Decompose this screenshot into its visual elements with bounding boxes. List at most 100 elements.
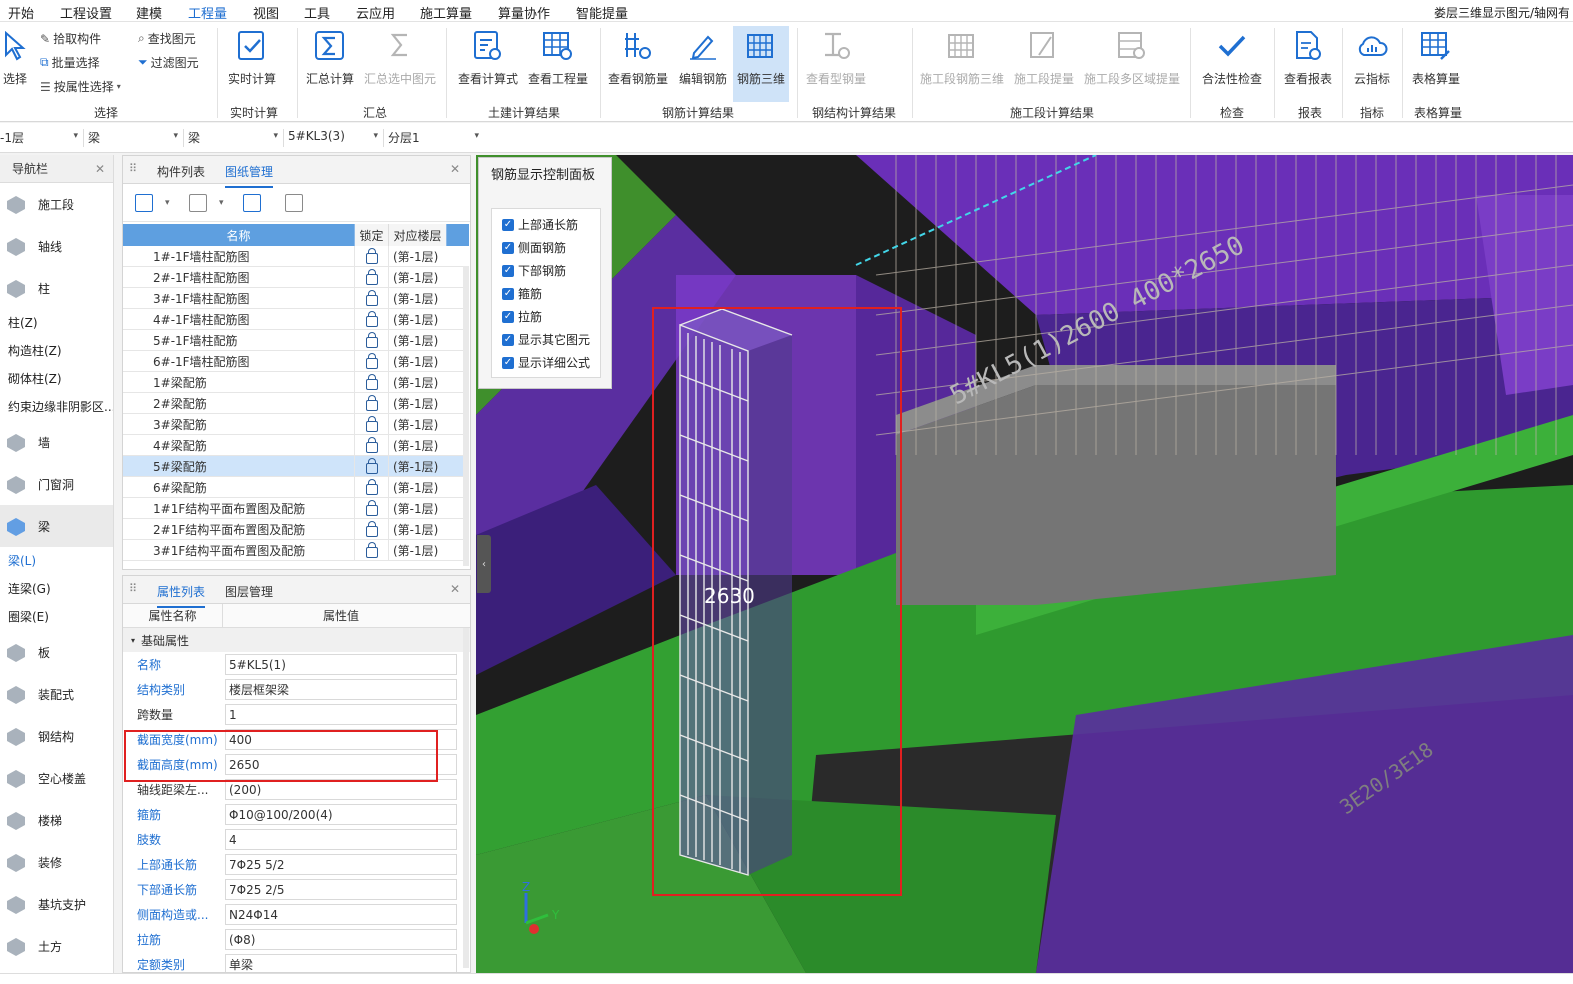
table-row[interactable]: 6#-1F墙柱配筋图 (第-1层) [123,351,469,372]
construction-rebar-3d-button[interactable]: 施工段钢筋三维 [918,26,1006,102]
chevron-down-icon[interactable]: ▾ [165,198,170,208]
summary-calc-button[interactable]: 汇总计算 [304,26,356,102]
menu-modeling[interactable]: 建模 [136,3,162,22]
lock-icon[interactable] [365,310,378,327]
property-value-field[interactable]: 楼层框架梁 [225,679,457,700]
rebar-display-checkbox[interactable]: ✓ 箍筋 [492,282,600,305]
rebar-display-checkbox[interactable]: ✓ 上部通长筋 [492,213,600,236]
tab-component-list[interactable]: 构件列表 [157,163,205,180]
property-value-field[interactable]: Φ10@100/200(4) [225,804,457,825]
rebar-display-checkbox[interactable]: ✓ 拉筋 [492,305,600,328]
nav-category[interactable]: 门窗洞 [0,463,113,505]
property-value-field[interactable]: 单梁 [225,954,457,972]
table-row[interactable]: 3#-1F墙柱配筋图 (第-1层) [123,288,469,309]
lock-icon[interactable] [365,499,378,516]
nav-subitem[interactable]: 构造柱(Z) [0,337,113,365]
table-quantity-button[interactable]: 表格算量 [1408,26,1464,102]
chevron-down-icon[interactable]: ▾ [219,198,224,208]
nav-subitem[interactable]: 柱(Z) [0,309,113,337]
nav-category[interactable]: 施工段 [0,183,113,225]
nav-subitem[interactable]: 圈梁(E) [0,603,113,631]
property-value-field[interactable]: 5#KL5(1) [225,654,457,675]
rebar-display-checkbox[interactable]: ✓ 显示详细公式 [492,351,600,374]
nav-category[interactable]: 轴线 [0,225,113,267]
find-element-button[interactable]: ⌕ 查找图元 [138,30,196,47]
select-button[interactable]: 选择 [0,26,30,102]
floor-select[interactable]: -1层 ▾ [0,129,84,147]
view-report-button[interactable]: 查看报表 [1280,26,1336,102]
legality-check-button[interactable]: 合法性检查 [1198,26,1266,102]
filter-element-button[interactable]: ⏷ 过滤图元 [138,54,199,71]
realtime-calc-button[interactable]: 实时计算 [224,26,280,102]
layer-select[interactable]: 分层1 ▾ [388,129,484,147]
property-value-field[interactable]: N24Φ14 [225,904,457,925]
close-icon[interactable]: ✕ [450,582,460,596]
lock-icon[interactable] [365,520,378,537]
table-row[interactable]: 1#1F结构平面布置图及配筋 (第-1层) [123,498,469,519]
rebar-display-checkbox[interactable]: ✓ 侧面钢筋 [492,236,600,259]
property-value-field[interactable]: (200) [225,779,457,800]
nav-category[interactable]: 梁 [0,505,113,547]
table-row[interactable]: 3#梁配筋 (第-1层) [123,414,469,435]
lock-icon[interactable] [365,541,378,558]
nav-category[interactable]: 空心楼盖 [0,757,113,799]
table-row[interactable]: 4#梁配筋 (第-1层) [123,435,469,456]
lock-icon[interactable] [365,289,378,306]
lock-icon[interactable] [365,478,378,495]
table-row[interactable]: 5#梁配筋 (第-1层) [123,456,469,477]
table-row[interactable]: 1#-1F墙柱配筋图 (第-1层) [123,246,469,267]
nav-subitem[interactable]: 约束边缘非阴影区... [0,393,113,421]
type-select[interactable]: 梁 ▾ [188,129,284,147]
construction-multi-region-button[interactable]: 施工段多区域提量 [1082,26,1182,102]
menu-cloud[interactable]: 云应用 [356,3,395,22]
lock-icon[interactable] [365,457,378,474]
nav-category[interactable]: 板 [0,631,113,673]
nav-category[interactable]: 墙 [0,421,113,463]
tab-layer-management[interactable]: 图层管理 [225,583,273,600]
menu-construction-quantity[interactable]: 施工算量 [420,3,472,22]
tab-drawing-management[interactable]: 图纸管理 [225,163,274,188]
3d-scene[interactable]: 5#KL5(1)2600 400*2650 3E20/3E18 2630 Z Y [476,155,1573,973]
category-select[interactable]: 梁 ▾ [88,129,184,147]
nav-category[interactable]: 土方 [0,925,113,967]
nav-category[interactable]: 装修 [0,841,113,883]
property-value-field[interactable]: 7Φ25 5/2 [225,854,457,875]
drag-grip-icon[interactable]: ⠿ [129,582,137,595]
3d-viewport[interactable]: 5#KL5(1)2600 400*2650 3E20/3E18 2630 Z Y [476,155,1573,973]
property-section-basic[interactable]: ▾ 基础属性 [123,628,470,652]
batch-select-button[interactable]: ⧉ 批量选择 [40,54,100,71]
menu-tools[interactable]: 工具 [304,3,330,22]
view-formula-button[interactable]: 查看计算式 [456,26,520,102]
nav-category[interactable]: 钢结构 [0,715,113,757]
lock-icon[interactable] [365,394,378,411]
property-value-field[interactable]: 1 [225,704,457,725]
table-row[interactable]: 4#-1F墙柱配筋图 (第-1层) [123,309,469,330]
property-value-field[interactable]: (Φ8) [225,929,457,950]
nav-category[interactable]: 装配式 [0,673,113,715]
view-quantity-button[interactable]: 查看工程量 [526,26,590,102]
add-drawing-icon[interactable] [135,194,153,212]
menu-project-settings[interactable]: 工程设置 [60,3,112,22]
lock-icon[interactable] [365,268,378,285]
table-row[interactable]: 2#1F结构平面布置图及配筋 (第-1层) [123,519,469,540]
lock-icon[interactable] [365,331,378,348]
rebar-display-checkbox[interactable]: ✓ 显示其它图元 [492,328,600,351]
rebar-3d-button[interactable]: 钢筋三维 [733,26,789,102]
table-row[interactable]: 2#梁配筋 (第-1层) [123,393,469,414]
property-value-field[interactable]: 4 [225,829,457,850]
nav-category[interactable]: 基坑支护 [0,883,113,925]
lock-icon[interactable] [365,247,378,264]
nav-subitem[interactable]: 梁(L) [0,547,113,575]
delete-icon[interactable] [285,194,303,212]
menu-smart-quantity[interactable]: 智能提量 [576,3,628,22]
drag-grip-icon[interactable]: ⠿ [129,162,137,175]
table-row[interactable]: 3#1F结构平面布置图及配筋 (第-1层) [123,540,469,561]
menu-collaboration[interactable]: 算量协作 [498,3,550,22]
lock-icon[interactable] [365,352,378,369]
edit-rebar-button[interactable]: 编辑钢筋 [676,26,730,102]
collapse-panel-handle[interactable]: ‹ [477,535,491,593]
nav-category[interactable]: 柱 [0,267,113,309]
refresh-drawing-icon[interactable] [243,194,261,212]
close-icon[interactable]: ✕ [95,155,105,183]
element-select[interactable]: 5#KL3(3) ▾ [288,129,384,147]
